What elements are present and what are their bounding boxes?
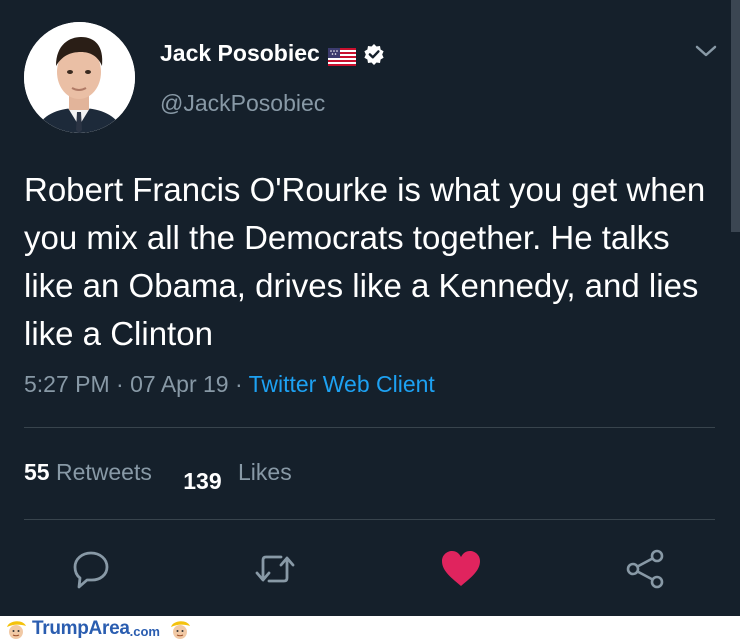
- tweet-stats: 55 Retweets 139 Likes: [24, 459, 292, 494]
- display-name[interactable]: Jack Posobiec: [160, 40, 385, 67]
- tweet-text: Robert Francis O'Rourke is what you get …: [24, 171, 706, 352]
- heart-icon[interactable]: [441, 549, 481, 589]
- mascot-icon: [4, 618, 28, 640]
- verified-badge-icon: [363, 43, 385, 65]
- display-name-text: Jack Posobiec: [160, 40, 320, 66]
- tweet-time: 5:27 PM: [24, 371, 110, 397]
- avatar[interactable]: [24, 22, 135, 133]
- watermark-footer: TrumpArea .com: [0, 616, 740, 641]
- reply-icon[interactable]: [71, 549, 111, 589]
- logo-suffix: .com: [129, 623, 160, 639]
- retweet-icon[interactable]: [255, 549, 295, 589]
- mascot-icon: [168, 618, 192, 640]
- divider: [24, 427, 715, 428]
- us-flag-icon: [327, 45, 356, 66]
- retweets-count[interactable]: 55: [24, 459, 50, 485]
- tweet-card: Jack Posobiec @JackPosobiec Robert Franc…: [0, 0, 740, 616]
- likes-count[interactable]: 139: [183, 468, 221, 494]
- user-handle[interactable]: @JackPosobiec: [160, 90, 325, 117]
- site-logo[interactable]: TrumpArea .com: [4, 617, 192, 641]
- tweet-meta: 5:27 PM · 07 Apr 19 · Twitter Web Client: [24, 371, 435, 398]
- tweet-date: 07 Apr 19: [130, 371, 229, 397]
- divider: [24, 519, 715, 520]
- retweets-label[interactable]: Retweets: [56, 459, 152, 485]
- meta-separator: ·: [109, 371, 131, 397]
- logo-text: TrumpArea: [32, 618, 130, 639]
- meta-separator: ·: [228, 371, 249, 397]
- likes-label[interactable]: Likes: [238, 459, 292, 485]
- share-icon[interactable]: [625, 549, 665, 589]
- tweet-client-link[interactable]: Twitter Web Client: [249, 371, 435, 397]
- chevron-down-icon[interactable]: [693, 40, 719, 62]
- scrollbar[interactable]: [731, 0, 740, 232]
